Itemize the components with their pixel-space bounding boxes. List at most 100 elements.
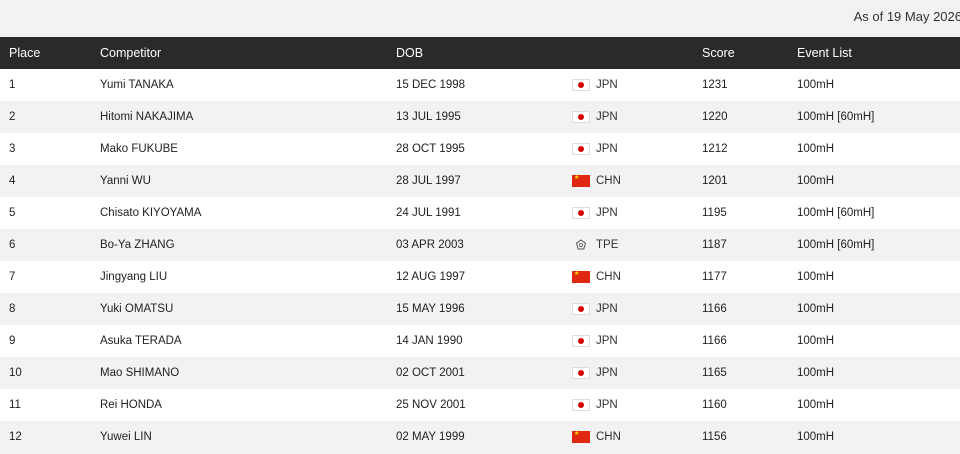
header-score[interactable]: Score — [702, 37, 735, 69]
table-header: Place Competitor DOB Score Event List — [0, 37, 960, 69]
score-cell: 1231 — [702, 79, 728, 91]
chn-flag-icon — [572, 271, 590, 283]
event-list-cell: 100mH — [797, 431, 835, 443]
jpn-flag-icon — [572, 367, 590, 379]
jpn-flag-icon — [572, 335, 590, 347]
event-list-cell: 100mH [60mH] — [797, 207, 875, 219]
header-place[interactable]: Place — [9, 37, 40, 69]
jpn-flag-icon — [572, 143, 590, 155]
competitor-name[interactable]: Yuki OMATSU — [100, 293, 173, 325]
table-row[interactable]: 9 Asuka TERADA 14 JAN 1990 JPN 1166 100mH — [0, 325, 960, 357]
score-cell: 1177 — [702, 271, 727, 283]
event-list-cell: 100mH [60mH] — [797, 239, 875, 251]
jpn-flag-icon — [572, 207, 590, 219]
score-cell: 1195 — [702, 207, 727, 219]
event-list-cell: 100mH — [797, 399, 835, 411]
nationality-cell: JPN — [572, 293, 618, 325]
event-list-cell: 100mH — [797, 175, 835, 187]
nationality-cell: JPN — [572, 197, 618, 229]
competitor-name[interactable]: Jingyang LIU — [100, 261, 167, 293]
dob-cell: 15 DEC 1998 — [396, 79, 466, 91]
table-row[interactable]: 6 Bo-Ya ZHANG 03 APR 2003 TPE 1187 100mH [60m… — [0, 229, 960, 261]
table-row[interactable]: 4 Yanni WU 28 JUL 1997 CHN 1201 100mH — [0, 165, 960, 197]
dob-cell: 02 OCT 2001 — [396, 367, 465, 379]
score-cell: 1160 — [702, 399, 727, 411]
competitor-name[interactable]: Asuka TERADA — [100, 325, 182, 357]
dob-cell: 12 AUG 1997 — [396, 271, 466, 283]
place-cell: 5 — [9, 207, 16, 219]
rankings-page: As of 19 May 2026 Place Competitor DOB S… — [0, 0, 960, 454]
header-competitor[interactable]: Competitor — [100, 37, 161, 69]
place-cell: 3 — [9, 143, 16, 155]
dob-cell: 28 OCT 1995 — [396, 143, 465, 155]
nationality-cell: CHN — [572, 165, 621, 197]
header-dob[interactable]: DOB — [396, 37, 423, 69]
table-row[interactable]: 5 Chisato KIYOYAMA 24 JUL 1991 JPN 1195 100mH… — [0, 197, 960, 229]
competitor-name[interactable]: Mako FUKUBE — [100, 133, 178, 165]
score-cell: 1166 — [702, 303, 727, 315]
nationality-cell: TPE — [572, 229, 618, 261]
nationality-code: TPE — [596, 239, 619, 251]
header-event-list: Event List — [797, 46, 852, 60]
nationality-code: JPN — [596, 143, 618, 155]
score-cell: 1166 — [702, 335, 727, 347]
table-body: 1 Yumi TANAKA 15 DEC 1998 JPN 1231 100mH 2 Hito… — [0, 69, 960, 453]
event-list-cell: 100mH — [797, 271, 835, 283]
chn-flag-icon — [572, 175, 590, 187]
competitor-name[interactable]: Chisato KIYOYAMA — [100, 197, 201, 229]
place-cell: 9 — [9, 335, 16, 347]
place-cell: 6 — [9, 239, 16, 251]
as-of-date: As of 19 May 2026 — [853, 9, 960, 24]
table-row[interactable]: 8 Yuki OMATSU 15 MAY 1996 JPN 1166 100mH — [0, 293, 960, 325]
event-list-cell: 100mH — [797, 303, 835, 315]
nationality-cell: JPN — [572, 357, 618, 389]
event-list-cell: 100mH [60mH] — [797, 111, 875, 123]
rankings-table: Place Competitor DOB Score Event List 1 Y… — [0, 37, 960, 453]
place-cell: 7 — [9, 271, 16, 283]
table-row[interactable]: 3 Mako FUKUBE 28 OCT 1995 JPN 1212 100mH — [0, 133, 960, 165]
nationality-code: CHN — [596, 271, 621, 283]
table-row[interactable]: 11 Rei HONDA 25 NOV 2001 JPN 1160 100mH — [0, 389, 960, 421]
nationality-code: CHN — [596, 431, 621, 443]
place-cell: 8 — [9, 303, 16, 315]
dob-cell: 15 MAY 1996 — [396, 303, 465, 315]
nationality-code: JPN — [596, 399, 618, 411]
place-cell: 2 — [9, 111, 16, 123]
competitor-name[interactable]: Yanni WU — [100, 165, 151, 197]
table-row[interactable]: 7 Jingyang LIU 12 AUG 1997 CHN 1177 100mH — [0, 261, 960, 293]
jpn-flag-icon — [572, 303, 590, 315]
chn-flag-icon — [572, 431, 590, 443]
nationality-code: JPN — [596, 367, 618, 379]
dob-cell: 25 NOV 2001 — [396, 399, 466, 411]
competitor-name[interactable]: Yuwei LIN — [100, 421, 152, 453]
table-row[interactable]: 2 Hitomi NAKAJIMA 13 JUL 1995 JPN 1220 100mH … — [0, 101, 960, 133]
competitor-name[interactable]: Mao SHIMANO — [100, 357, 179, 389]
nationality-code: JPN — [596, 79, 618, 91]
competitor-name[interactable]: Hitomi NAKAJIMA — [100, 101, 193, 133]
nationality-code: CHN — [596, 175, 621, 187]
table-row[interactable]: 1 Yumi TANAKA 15 DEC 1998 JPN 1231 100mH — [0, 69, 960, 101]
jpn-flag-icon — [572, 79, 590, 91]
dob-cell: 02 MAY 1999 — [396, 431, 465, 443]
table-row[interactable]: 10 Mao SHIMANO 02 OCT 2001 JPN 1165 100mH — [0, 357, 960, 389]
place-cell: 4 — [9, 175, 16, 187]
place-cell: 11 — [9, 399, 21, 411]
nationality-cell: JPN — [572, 69, 618, 101]
dob-cell: 13 JUL 1995 — [396, 111, 461, 123]
competitor-name[interactable]: Rei HONDA — [100, 389, 162, 421]
event-list-cell: 100mH — [797, 143, 835, 155]
event-list-cell: 100mH — [797, 79, 835, 91]
event-list-cell: 100mH — [797, 367, 835, 379]
dob-cell: 03 APR 2003 — [396, 239, 464, 251]
competitor-name[interactable]: Bo-Ya ZHANG — [100, 229, 175, 261]
dob-cell: 24 JUL 1991 — [396, 207, 461, 219]
score-cell: 1220 — [702, 111, 728, 123]
competitor-name[interactable]: Yumi TANAKA — [100, 69, 174, 101]
score-cell: 1156 — [702, 431, 727, 443]
nationality-code: JPN — [596, 303, 618, 315]
score-cell: 1201 — [702, 175, 728, 187]
table-row[interactable]: 12 Yuwei LIN 02 MAY 1999 CHN 1156 100mH — [0, 421, 960, 453]
nationality-cell: JPN — [572, 325, 618, 357]
dob-cell: 14 JAN 1990 — [396, 335, 463, 347]
place-cell: 12 — [9, 431, 22, 443]
